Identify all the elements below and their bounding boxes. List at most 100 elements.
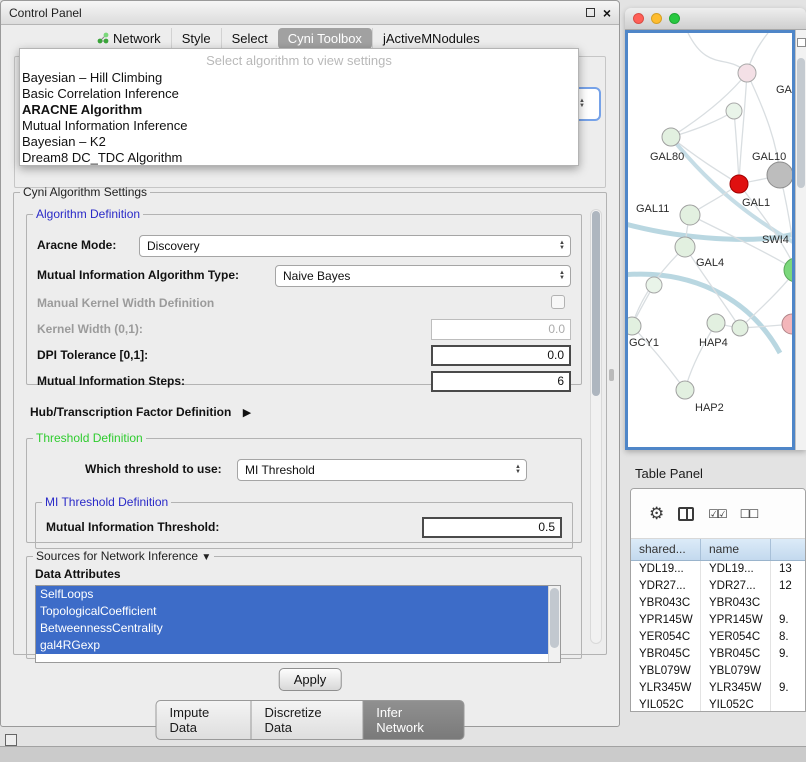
mi-steps-label: Mutual Information Steps: [37, 374, 185, 388]
scrollbar-button-icon[interactable] [797, 38, 806, 47]
tab-infer-network[interactable]: Infer Network [363, 700, 464, 740]
algorithm-option[interactable]: Basic Correlation Inference [20, 86, 578, 102]
list-item[interactable]: gal4RGexp [36, 637, 548, 654]
mi-threshold-field[interactable]: 0.5 [422, 517, 562, 538]
column-header-shared-name[interactable]: shared... [631, 539, 701, 560]
mi-steps-field[interactable]: 6 [431, 371, 571, 392]
network-node[interactable] [628, 317, 641, 335]
kernel-width-field[interactable]: 0.0 [431, 319, 571, 340]
network-edge[interactable] [780, 175, 795, 270]
network-edge[interactable] [734, 111, 739, 184]
table-cell: YBL079W [631, 663, 701, 680]
network-canvas[interactable]: GALGAL80GAL10GAL1GAL11SWI4GAL4GCY1HAP4HA… [625, 30, 795, 450]
network-node[interactable] [767, 162, 793, 188]
deselect-all-checkboxes-icon[interactable]: ☐☐ [740, 507, 758, 521]
expand-down-icon[interactable]: ▼ [201, 552, 211, 563]
data-attributes-list[interactable]: SelfLoops TopologicalCoefficient Between… [35, 585, 561, 663]
gear-icon[interactable]: ⚙ [649, 504, 664, 524]
tab-label: Select [232, 31, 268, 46]
algorithm-option-selected[interactable]: ARACNE Algorithm [20, 102, 578, 118]
which-threshold-label: Which threshold to use: [85, 462, 222, 476]
table-cell: YBR045C [701, 646, 771, 663]
splitter-handle[interactable] [609, 369, 614, 381]
tab-select[interactable]: Select [221, 28, 278, 49]
network-node[interactable] [707, 314, 725, 332]
list-item[interactable]: TopologicalCoefficient [36, 603, 548, 620]
select-all-checkboxes-icon[interactable]: ☑☑ [708, 507, 726, 521]
tab-style[interactable]: Style [171, 28, 221, 49]
node-label: SWI4 [762, 234, 789, 246]
dpi-tolerance-field[interactable]: 0.0 [431, 345, 571, 366]
table-row[interactable]: YER054CYER054C8. [631, 629, 805, 646]
network-node[interactable] [784, 258, 795, 282]
columns-icon[interactable] [678, 507, 694, 521]
control-panel-titlebar[interactable]: Control Panel × [1, 1, 619, 25]
collapse-right-icon[interactable]: ▶ [243, 407, 251, 419]
which-threshold-select[interactable]: MI Threshold ▲▼ [237, 459, 527, 481]
tab-network[interactable]: Network [87, 28, 171, 49]
network-node[interactable] [646, 277, 662, 293]
manual-kernel-width-checkbox[interactable] [551, 295, 565, 309]
network-edge[interactable] [632, 326, 685, 390]
network-window-titlebar[interactable] [625, 8, 806, 30]
algorithm-dropdown-popup: Select algorithm to view settings Bayesi… [19, 48, 579, 166]
list-item[interactable]: BetweennessCentrality [36, 620, 548, 637]
settings-scrollbar[interactable] [590, 209, 602, 644]
network-node[interactable] [676, 381, 694, 399]
node-label: GAL11 [636, 203, 669, 215]
table-row[interactable]: YIL052CYIL052C [631, 697, 805, 711]
algorithm-option[interactable]: Dream8 DC_TDC Algorithm [20, 150, 578, 166]
network-edge[interactable] [685, 323, 716, 390]
column-header-name[interactable]: name [701, 539, 771, 560]
close-icon[interactable]: × [603, 6, 611, 20]
table-row[interactable]: YLR345WYLR345W9. [631, 680, 805, 697]
table-cell: YLR345W [701, 680, 771, 697]
algorithm-option[interactable]: Bayesian – Hill Climbing [20, 70, 578, 86]
network-node[interactable] [726, 103, 742, 119]
float-window-icon[interactable] [586, 8, 595, 17]
tab-cyni-toolbox[interactable]: Cyni Toolbox [278, 28, 372, 49]
table-row[interactable]: YBR043CYBR043C [631, 595, 805, 612]
table-toolbar: ⚙ ☑☑ ☐☐ [631, 489, 805, 539]
minimize-traffic-icon[interactable] [651, 13, 662, 24]
list-item[interactable]: SelfLoops [36, 586, 548, 603]
aracne-mode-select[interactable]: Discovery ▲▼ [139, 235, 571, 257]
mi-threshold-label: Mutual Information Threshold: [46, 520, 219, 534]
network-edge[interactable] [739, 73, 747, 184]
combo-stepper-icon: ▲▼ [554, 271, 570, 281]
table-row[interactable]: YDR27...YDR27...12 [631, 578, 805, 595]
network-edge[interactable] [688, 33, 747, 73]
tab-label: Network [113, 31, 161, 46]
tab-jactivemnodules[interactable]: jActiveMNodules [372, 28, 490, 49]
apply-button[interactable]: Apply [279, 668, 342, 691]
table-row[interactable]: YBR045CYBR045C9. [631, 646, 805, 663]
network-node[interactable] [732, 320, 748, 336]
kernel-width-label: Kernel Width (0,1): [37, 322, 143, 336]
network-node[interactable] [675, 237, 695, 257]
algorithm-option[interactable]: Bayesian – K2 [20, 134, 578, 150]
mi-algorithm-type-select[interactable]: Naive Bayes ▲▼ [275, 265, 571, 287]
table-row[interactable]: YPR145WYPR145W9. [631, 612, 805, 629]
network-node[interactable] [662, 128, 680, 146]
algorithm-placeholder-item[interactable]: Select algorithm to view settings [20, 52, 578, 70]
node-table-body[interactable]: YDL19...YDL19...13YDR27...YDR27...12YBR0… [631, 561, 805, 711]
table-row[interactable]: YDL19...YDL19...13 [631, 561, 805, 578]
network-node[interactable] [738, 64, 756, 82]
node-label: GCY1 [629, 337, 659, 349]
restore-panel-icon[interactable] [5, 734, 17, 746]
column-header-extra[interactable] [771, 539, 805, 560]
mi-algorithm-type-label: Mutual Information Algorithm Type: [37, 268, 239, 282]
network-scrollbar[interactable] [795, 30, 806, 450]
network-node[interactable] [782, 314, 795, 334]
network-node[interactable] [730, 175, 748, 193]
table-row[interactable]: YBL079WYBL079W [631, 663, 805, 680]
list-scrollbar[interactable] [548, 586, 560, 662]
close-traffic-icon[interactable] [633, 13, 644, 24]
network-node[interactable] [680, 205, 700, 225]
table-cell: YBL079W [701, 663, 771, 680]
tab-discretize-data[interactable]: Discretize Data [252, 700, 364, 740]
hub-transcription-factor-section[interactable]: Hub/Transcription Factor Definition ▶ [30, 405, 251, 419]
algorithm-option[interactable]: Mutual Information Inference [20, 118, 578, 134]
tab-impute-data[interactable]: Impute Data [156, 700, 252, 740]
zoom-traffic-icon[interactable] [669, 13, 680, 24]
